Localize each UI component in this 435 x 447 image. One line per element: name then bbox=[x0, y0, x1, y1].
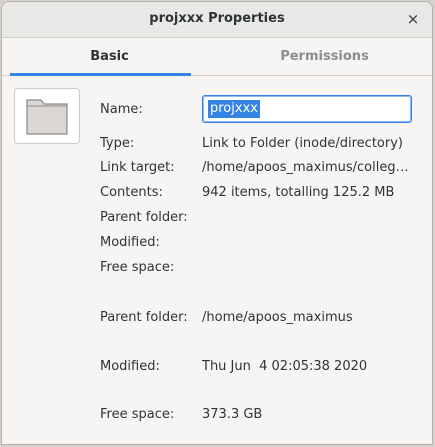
name-row: Name: projxxx bbox=[100, 95, 420, 123]
name-field-text: projxxx bbox=[208, 100, 260, 118]
contents-label: Contents: bbox=[100, 185, 163, 200]
name-label: Name: bbox=[100, 102, 143, 117]
modified-label-2: Modified: bbox=[100, 359, 160, 374]
parent-folder-value-2: /home/apoos_maximus bbox=[202, 310, 353, 325]
type-value: Link to Folder (inode/directory) bbox=[202, 136, 403, 151]
folder-icon bbox=[26, 99, 68, 135]
titlebar: projxxx Properties × bbox=[2, 2, 432, 38]
free-space-value-2: 373.3 GB bbox=[202, 407, 263, 422]
contents-row: Contents: 942 items, totalling 125.2 MB bbox=[100, 183, 420, 203]
free-space-label-2: Free space: bbox=[100, 407, 175, 422]
parent-folder-label: Parent folder: bbox=[100, 210, 188, 225]
tab-permissions[interactable]: Permissions bbox=[217, 38, 432, 75]
modified-row-2: Modified: Thu Jun 4 02:05:38 2020 bbox=[100, 357, 420, 377]
modified-label: Modified: bbox=[100, 235, 160, 250]
free-space-row-2: Free space: 373.3 GB bbox=[100, 405, 420, 425]
type-row: Type: Link to Folder (inode/directory) bbox=[100, 134, 420, 154]
parent-folder-row-2: Parent folder: /home/apoos_maximus bbox=[100, 308, 420, 328]
parent-folder-row: Parent folder: bbox=[100, 208, 420, 228]
dialog-title: projxxx Properties bbox=[149, 11, 285, 26]
link-target-value: /home/apoos_maximus/colleg… bbox=[202, 160, 409, 175]
modified-value-2: Thu Jun 4 02:05:38 2020 bbox=[202, 359, 368, 374]
free-space-row: Free space: bbox=[100, 258, 420, 278]
parent-folder-label-2: Parent folder: bbox=[100, 310, 188, 325]
file-icon-button[interactable] bbox=[14, 88, 80, 144]
type-label: Type: bbox=[100, 136, 135, 151]
contents-value: 942 items, totalling 125.2 MB bbox=[202, 185, 395, 200]
name-field[interactable]: projxxx bbox=[202, 95, 412, 123]
free-space-label: Free space: bbox=[100, 260, 175, 275]
close-button[interactable]: × bbox=[402, 8, 424, 30]
basic-panel: Name: projxxx Type: Link to Folder (inod… bbox=[2, 76, 432, 444]
link-target-row: Link target: /home/apoos_maximus/colleg… bbox=[100, 158, 420, 178]
properties-dialog: projxxx Properties × Basic Permissions N… bbox=[1, 1, 433, 445]
tab-bar: Basic Permissions bbox=[2, 38, 432, 76]
modified-row: Modified: bbox=[100, 233, 420, 253]
tab-basic[interactable]: Basic bbox=[2, 38, 217, 76]
link-target-label: Link target: bbox=[100, 160, 175, 175]
close-icon: × bbox=[406, 10, 420, 28]
